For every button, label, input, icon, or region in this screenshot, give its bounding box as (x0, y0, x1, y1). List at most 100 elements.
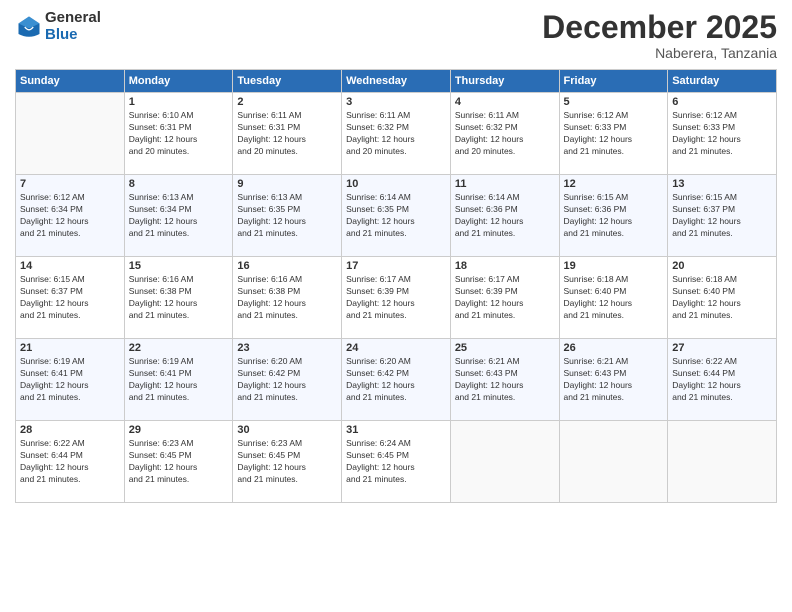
day-cell: 21 Sunrise: 6:19 AM Sunset: 6:41 PM Dayli… (16, 339, 125, 421)
day-cell: 20Sunrise: 6:18 AM Sunset: 6:40 PM Dayli… (668, 257, 777, 339)
day-number: 5 (564, 96, 664, 108)
day-number: 30 (237, 424, 337, 436)
day-cell: 6 Sunrise: 6:12 AM Sunset: 6:33 PM Daylig… (668, 93, 777, 175)
header-tuesday: Tuesday (233, 70, 342, 93)
day-cell: 8Sunrise: 6:13 AM Sunset: 6:34 PM Daylig… (124, 175, 233, 257)
header-sunday: Sunday (16, 70, 125, 93)
day-cell (668, 421, 777, 503)
day-info: Sunrise: 6:12 AM Sunset: 6:34 PM Dayligh… (20, 192, 120, 240)
day-number: 20 (672, 260, 772, 272)
week-row-1: 7 Sunrise: 6:12 AM Sunset: 6:34 PM Daylig… (16, 175, 777, 257)
logo-text: General Blue (45, 10, 101, 43)
calendar-body: 1Sunrise: 6:10 AM Sunset: 6:31 PM Daylig… (16, 93, 777, 503)
logo-general-text: General (45, 10, 101, 27)
day-number: 6 (672, 96, 772, 108)
logo-icon (15, 13, 43, 41)
week-row-0: 1Sunrise: 6:10 AM Sunset: 6:31 PM Daylig… (16, 93, 777, 175)
day-info: Sunrise: 6:14 AM Sunset: 6:36 PM Dayligh… (455, 192, 555, 240)
day-number: 13 (672, 178, 772, 190)
day-number: 3 (346, 96, 446, 108)
day-cell: 10 Sunrise: 6:14 AM Sunset: 6:35 PM Dayli… (342, 175, 451, 257)
day-number: 11 (455, 178, 555, 190)
day-cell: 23 Sunrise: 6:20 AM Sunset: 6:42 PM Dayli… (233, 339, 342, 421)
day-info: Sunrise: 6:17 AM Sunset: 6:39 PM Dayligh… (455, 274, 555, 322)
day-number: 4 (455, 96, 555, 108)
day-cell: 27 Sunrise: 6:22 AM Sunset: 6:44 PM Dayli… (668, 339, 777, 421)
day-number: 23 (237, 342, 337, 354)
day-cell (559, 421, 668, 503)
day-info: Sunrise: 6:20 AM Sunset: 6:42 PM Dayligh… (237, 356, 337, 404)
day-info: Sunrise: 6:16 AM Sunset: 6:38 PM Dayligh… (237, 274, 337, 322)
day-number: 29 (129, 424, 229, 436)
day-number: 31 (346, 424, 446, 436)
week-row-4: 28Sunrise: 6:22 AM Sunset: 6:44 PM Dayli… (16, 421, 777, 503)
day-info: Sunrise: 6:22 AM Sunset: 6:44 PM Dayligh… (20, 438, 120, 486)
day-number: 15 (129, 260, 229, 272)
day-info: Sunrise: 6:15 AM Sunset: 6:36 PM Dayligh… (564, 192, 664, 240)
day-number: 1 (129, 96, 229, 108)
day-number: 16 (237, 260, 337, 272)
header-row: Sunday Monday Tuesday Wednesday Thursday… (16, 70, 777, 93)
day-cell: 4Sunrise: 6:11 AM Sunset: 6:32 PM Daylig… (450, 93, 559, 175)
day-cell: 26 Sunrise: 6:21 AM Sunset: 6:43 PM Dayli… (559, 339, 668, 421)
day-cell: 15 Sunrise: 6:16 AM Sunset: 6:38 PM Dayli… (124, 257, 233, 339)
day-info: Sunrise: 6:12 AM Sunset: 6:33 PM Dayligh… (672, 110, 772, 158)
title-area: December 2025 Naberera, Tanzania (542, 10, 777, 61)
day-cell: 11 Sunrise: 6:14 AM Sunset: 6:36 PM Dayli… (450, 175, 559, 257)
day-number: 27 (672, 342, 772, 354)
day-cell: 19Sunrise: 6:18 AM Sunset: 6:40 PM Dayli… (559, 257, 668, 339)
day-number: 2 (237, 96, 337, 108)
day-cell: 22 Sunrise: 6:19 AM Sunset: 6:41 PM Dayli… (124, 339, 233, 421)
day-cell: 7 Sunrise: 6:12 AM Sunset: 6:34 PM Daylig… (16, 175, 125, 257)
day-info: Sunrise: 6:21 AM Sunset: 6:43 PM Dayligh… (455, 356, 555, 404)
day-number: 9 (237, 178, 337, 190)
day-info: Sunrise: 6:22 AM Sunset: 6:44 PM Dayligh… (672, 356, 772, 404)
day-info: Sunrise: 6:12 AM Sunset: 6:33 PM Dayligh… (564, 110, 664, 158)
day-info: Sunrise: 6:15 AM Sunset: 6:37 PM Dayligh… (672, 192, 772, 240)
day-cell: 1Sunrise: 6:10 AM Sunset: 6:31 PM Daylig… (124, 93, 233, 175)
calendar-header: Sunday Monday Tuesday Wednesday Thursday… (16, 70, 777, 93)
month-title: December 2025 (542, 10, 777, 45)
day-cell: 5 Sunrise: 6:12 AM Sunset: 6:33 PM Daylig… (559, 93, 668, 175)
day-number: 22 (129, 342, 229, 354)
day-cell: 31 Sunrise: 6:24 AM Sunset: 6:45 PM Dayli… (342, 421, 451, 503)
calendar-table: Sunday Monday Tuesday Wednesday Thursday… (15, 69, 777, 503)
day-cell: 30Sunrise: 6:23 AM Sunset: 6:45 PM Dayli… (233, 421, 342, 503)
header-wednesday: Wednesday (342, 70, 451, 93)
day-number: 8 (129, 178, 229, 190)
day-info: Sunrise: 6:24 AM Sunset: 6:45 PM Dayligh… (346, 438, 446, 486)
day-info: Sunrise: 6:14 AM Sunset: 6:35 PM Dayligh… (346, 192, 446, 240)
day-cell: 29 Sunrise: 6:23 AM Sunset: 6:45 PM Dayli… (124, 421, 233, 503)
day-info: Sunrise: 6:23 AM Sunset: 6:45 PM Dayligh… (129, 438, 229, 486)
logo-blue-text: Blue (45, 27, 101, 44)
day-cell: 17Sunrise: 6:17 AM Sunset: 6:39 PM Dayli… (342, 257, 451, 339)
header-thursday: Thursday (450, 70, 559, 93)
day-info: Sunrise: 6:20 AM Sunset: 6:42 PM Dayligh… (346, 356, 446, 404)
day-number: 7 (20, 178, 120, 190)
day-info: Sunrise: 6:18 AM Sunset: 6:40 PM Dayligh… (564, 274, 664, 322)
day-info: Sunrise: 6:11 AM Sunset: 6:32 PM Dayligh… (346, 110, 446, 158)
header: General Blue December 2025 Naberera, Tan… (15, 10, 777, 61)
day-info: Sunrise: 6:19 AM Sunset: 6:41 PM Dayligh… (20, 356, 120, 404)
day-info: Sunrise: 6:21 AM Sunset: 6:43 PM Dayligh… (564, 356, 664, 404)
day-info: Sunrise: 6:16 AM Sunset: 6:38 PM Dayligh… (129, 274, 229, 322)
day-cell: 3 Sunrise: 6:11 AM Sunset: 6:32 PM Daylig… (342, 93, 451, 175)
day-number: 26 (564, 342, 664, 354)
day-cell: 28Sunrise: 6:22 AM Sunset: 6:44 PM Dayli… (16, 421, 125, 503)
day-number: 14 (20, 260, 120, 272)
day-number: 18 (455, 260, 555, 272)
logo: General Blue (15, 10, 101, 43)
day-cell: 9Sunrise: 6:13 AM Sunset: 6:35 PM Daylig… (233, 175, 342, 257)
day-number: 21 (20, 342, 120, 354)
week-row-2: 14 Sunrise: 6:15 AM Sunset: 6:37 PM Dayli… (16, 257, 777, 339)
day-info: Sunrise: 6:15 AM Sunset: 6:37 PM Dayligh… (20, 274, 120, 322)
day-number: 10 (346, 178, 446, 190)
day-info: Sunrise: 6:11 AM Sunset: 6:31 PM Dayligh… (237, 110, 337, 158)
day-number: 12 (564, 178, 664, 190)
day-info: Sunrise: 6:19 AM Sunset: 6:41 PM Dayligh… (129, 356, 229, 404)
day-number: 17 (346, 260, 446, 272)
week-row-3: 21 Sunrise: 6:19 AM Sunset: 6:41 PM Dayli… (16, 339, 777, 421)
day-cell: 14 Sunrise: 6:15 AM Sunset: 6:37 PM Dayli… (16, 257, 125, 339)
day-cell: 25Sunrise: 6:21 AM Sunset: 6:43 PM Dayli… (450, 339, 559, 421)
location-subtitle: Naberera, Tanzania (542, 45, 777, 61)
